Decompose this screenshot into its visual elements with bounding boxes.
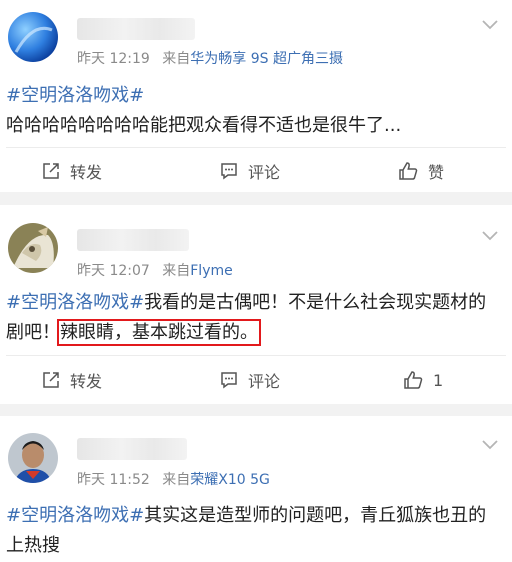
like-icon	[404, 371, 423, 389]
repost-icon	[43, 163, 59, 179]
repost-label: 转发	[70, 163, 103, 182]
post-meta: 昨天 12:07 来自Flyme	[77, 260, 233, 280]
hashtag-link[interactable]: #空明洛洛吻戏#	[6, 292, 144, 313]
hashtag-link[interactable]: #空明洛洛吻戏#	[6, 85, 144, 106]
username-blurred[interactable]	[77, 18, 195, 40]
like-button[interactable]: 1	[403, 365, 443, 395]
like-icon	[399, 162, 418, 180]
chevron-down-icon[interactable]	[482, 20, 498, 30]
avatar-image	[8, 433, 58, 483]
like-count: 1	[433, 370, 444, 390]
comment-icon	[221, 163, 237, 180]
post-2: 昨天 12:07 来自Flyme #空明洛洛吻戏#我看的是古偶吧！不是什么社会现…	[0, 205, 512, 404]
avatar[interactable]	[8, 12, 58, 62]
repost-button[interactable]: 转发	[42, 365, 102, 395]
post-3: 昨天 11:52 来自荣耀X10 5G #空明洛洛吻戏#其实这是造型师的问题吧，…	[0, 416, 512, 562]
chevron-down-icon[interactable]	[482, 231, 498, 241]
post-meta: 昨天 12:19 来自华为畅享 9S 超广角三摄	[77, 48, 343, 68]
comment-button[interactable]: 评论	[220, 156, 280, 186]
post-text: #空明洛洛吻戏#我看的是古偶吧！不是什么社会现实题材的剧吧！辣眼睛，基本跳过看的…	[6, 288, 504, 348]
post-source[interactable]: Flyme	[190, 263, 232, 279]
post-time: 昨天 11:52	[77, 472, 150, 488]
username-blurred[interactable]	[77, 229, 189, 251]
post-time: 昨天 12:07	[77, 263, 150, 279]
post-text: #空明洛洛吻戏#其实这是造型师的问题吧，青丘狐族也丑的上热搜	[6, 501, 504, 561]
avatar[interactable]	[8, 223, 58, 273]
post-meta: 昨天 11:52 来自荣耀X10 5G	[77, 469, 270, 489]
comment-button[interactable]: 评论	[220, 365, 280, 395]
action-bar: 转发 评论 赞	[0, 156, 512, 186]
username-blurred[interactable]	[77, 438, 187, 460]
source-prefix: 来自	[162, 472, 191, 488]
post-text: #空明洛洛吻戏# 哈哈哈哈哈哈哈哈能把观众看得不适也是很牛了...	[6, 81, 504, 141]
divider	[6, 355, 506, 356]
like-button[interactable]: 赞	[398, 156, 444, 186]
post-time: 昨天 12:19	[77, 51, 150, 67]
divider	[6, 147, 506, 148]
highlighted-text: 辣眼睛，基本跳过看的。	[57, 319, 261, 346]
post-source[interactable]: 华为畅享 9S 超广角三摄	[190, 51, 343, 67]
repost-icon	[43, 372, 59, 388]
post-body: 哈哈哈哈哈哈哈哈能把观众看得不适也是很牛了...	[6, 115, 402, 136]
repost-label: 转发	[70, 372, 103, 391]
post-1: 昨天 12:19 来自华为畅享 9S 超广角三摄 #空明洛洛吻戏# 哈哈哈哈哈哈…	[0, 0, 512, 192]
chevron-down-icon[interactable]	[482, 440, 498, 450]
comment-label: 评论	[248, 372, 281, 391]
post-source[interactable]: 荣耀X10 5G	[190, 472, 270, 488]
action-bar: 转发 评论 1	[0, 365, 512, 395]
like-label: 赞	[428, 163, 445, 182]
avatar-image	[8, 12, 58, 62]
comment-label: 评论	[248, 163, 281, 182]
source-prefix: 来自	[162, 263, 191, 279]
avatar[interactable]	[8, 433, 58, 483]
hashtag-link[interactable]: #空明洛洛吻戏#	[6, 505, 144, 526]
repost-button[interactable]: 转发	[42, 156, 102, 186]
avatar-image	[8, 223, 58, 273]
source-prefix: 来自	[162, 51, 191, 67]
comment-icon	[221, 372, 237, 389]
